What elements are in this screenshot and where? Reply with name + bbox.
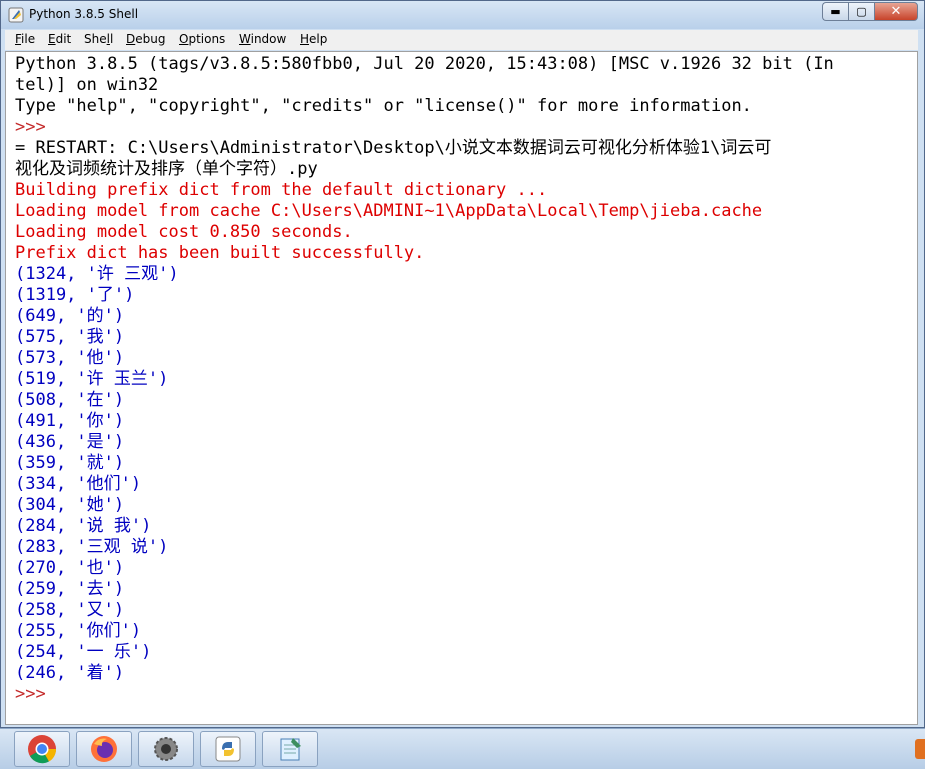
- banner-line-1: Python 3.8.5 (tags/v3.8.5:580fbb0, Jul 2…: [15, 54, 834, 74]
- menu-help-mnemonic: H: [300, 32, 310, 46]
- idle-feather-icon: [8, 7, 24, 23]
- minimize-button[interactable]: ▬: [822, 2, 848, 21]
- result-line: (254, '一 乐'): [15, 642, 152, 662]
- chrome-icon: [28, 735, 57, 764]
- result-line: (508, '在'): [15, 390, 125, 410]
- stderr-line-3: Loading model cost 0.850 seconds.: [15, 222, 353, 242]
- result-line: (649, '的'): [15, 306, 125, 326]
- shell-prompt: >>>: [15, 117, 46, 137]
- shell-final-prompt[interactable]: >>>: [15, 684, 46, 705]
- menu-edit-mnemonic: E: [48, 32, 56, 46]
- tray-notification-icon[interactable]: [915, 739, 925, 759]
- taskbar: [0, 728, 925, 769]
- result-line: (334, '他们'): [15, 474, 142, 494]
- menu-file[interactable]: File: [15, 32, 35, 46]
- stderr-line-1: Building prefix dict from the default di…: [15, 180, 548, 200]
- menu-file-label: ile: [21, 32, 36, 46]
- shell-text-area[interactable]: Python 3.8.5 (tags/v3.8.5:580fbb0, Jul 2…: [5, 51, 918, 725]
- taskbar-firefox-button[interactable]: [76, 731, 132, 767]
- taskbar-settings-button[interactable]: [138, 731, 194, 767]
- banner-line-2: tel)] on win32: [15, 75, 159, 95]
- menu-debug[interactable]: Debug: [126, 32, 165, 46]
- menu-help[interactable]: Help: [300, 32, 327, 46]
- taskbar-chrome-button[interactable]: [14, 731, 70, 767]
- result-line: (304, '她'): [15, 495, 125, 515]
- menu-window-mnemonic: W: [239, 32, 251, 46]
- result-line: (359, '就'): [15, 453, 125, 473]
- menu-shell[interactable]: Shell: [84, 32, 113, 46]
- menu-debug-label: ebug: [135, 32, 166, 46]
- menu-bar: File Edit Shell Debug Options Window Hel…: [5, 30, 918, 50]
- menu-window[interactable]: Window: [239, 32, 286, 46]
- menu-window-label: indow: [250, 32, 287, 46]
- menu-edit[interactable]: Edit: [48, 32, 71, 46]
- result-line: (436, '是'): [15, 432, 125, 452]
- result-line: (284, '说 我'): [15, 516, 152, 536]
- result-line: (491, '你'): [15, 411, 125, 431]
- result-line: (246, '着'): [15, 663, 125, 683]
- result-line: (1324, '许 三观'): [15, 264, 179, 284]
- menu-help-label: elp: [309, 32, 328, 46]
- menu-options-label: ptions: [188, 32, 226, 46]
- menu-options[interactable]: Options: [179, 32, 225, 46]
- result-line: (575, '我'): [15, 327, 125, 347]
- menu-shell-prefix: She: [84, 32, 107, 46]
- result-line: (270, '也'): [15, 558, 125, 578]
- result-line: (255, '你们'): [15, 621, 142, 641]
- result-line: (519, '许 玉兰'): [15, 369, 169, 389]
- banner-line-3: Type "help", "copyright", "credits" or "…: [15, 96, 752, 116]
- result-line: (258, '又'): [15, 600, 125, 620]
- window-controls: ▬ ▢ ✕: [822, 2, 918, 21]
- window-title: Python 3.8.5 Shell: [29, 7, 139, 21]
- taskbar-notepad-button[interactable]: [262, 731, 318, 767]
- stderr-line-4: Prefix dict has been built successfully.: [15, 243, 425, 263]
- stderr-line-2: Loading model from cache C:\Users\ADMINI…: [15, 201, 763, 221]
- taskbar-python-button[interactable]: [200, 731, 256, 767]
- settings-gear-icon: [154, 737, 178, 761]
- python-shell-window: Python 3.8.5 Shell ▬ ▢ ✕ File Edit Shell…: [0, 0, 925, 728]
- result-line: (283, '三观 说'): [15, 537, 169, 557]
- result-line: (259, '去'): [15, 579, 125, 599]
- title-bar[interactable]: Python 3.8.5 Shell ▬ ▢ ✕: [1, 1, 924, 29]
- notepad-icon: [280, 738, 301, 761]
- menu-shell-label: l: [109, 32, 114, 46]
- firefox-icon: [91, 736, 117, 762]
- result-line: (1319, '了'): [15, 285, 135, 305]
- result-line: (573, '他'): [15, 348, 125, 368]
- maximize-button[interactable]: ▢: [848, 2, 874, 21]
- restart-line-1: = RESTART: C:\Users\Administrator\Deskto…: [15, 138, 772, 158]
- restart-line-2: 视化及词频统计及排序（单个字符）.py: [15, 159, 318, 179]
- menu-debug-mnemonic: D: [126, 32, 136, 46]
- close-button[interactable]: ✕: [874, 2, 918, 21]
- menu-edit-label: dit: [55, 32, 72, 46]
- python-idle-icon: [215, 736, 241, 762]
